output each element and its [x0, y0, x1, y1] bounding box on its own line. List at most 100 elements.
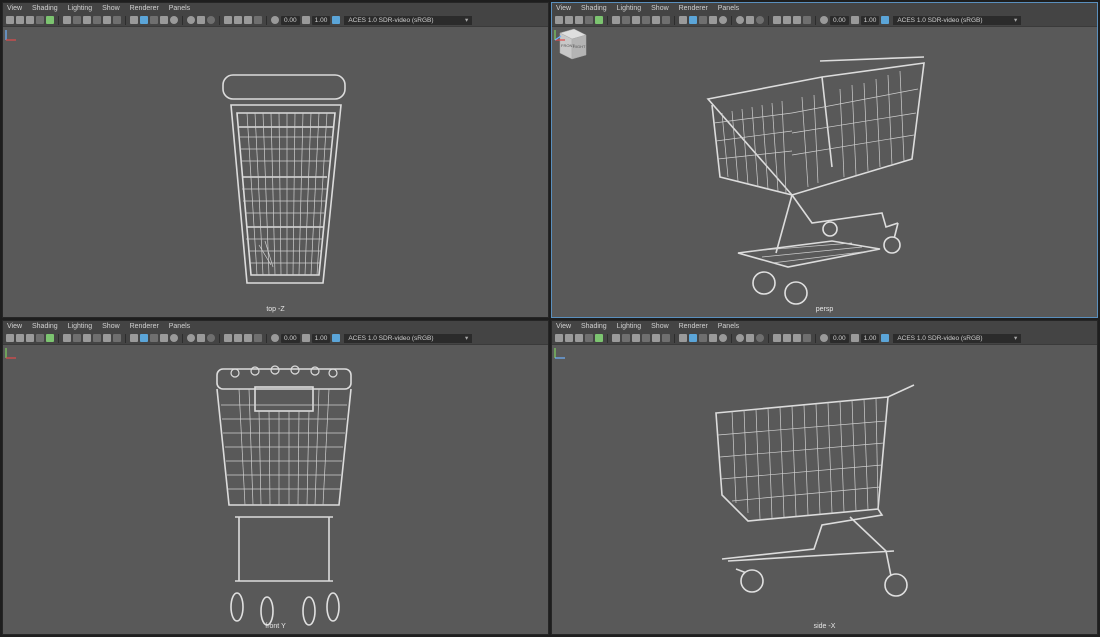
gamma-icon[interactable] [850, 16, 859, 24]
two-d-pan-icon[interactable] [595, 16, 603, 24]
image-plane-icon[interactable] [585, 16, 593, 24]
camera-icon[interactable] [6, 16, 14, 24]
viewport-top[interactable]: View Shading Lighting Show Renderer Pane… [2, 2, 549, 318]
viewport-side[interactable]: View Shading Lighting Show Renderer Pane… [551, 320, 1098, 635]
film-gate-icon[interactable] [73, 334, 81, 342]
xray-icon[interactable] [234, 16, 242, 24]
menu-view[interactable]: View [7, 323, 22, 330]
scene-view[interactable]: top -Z [3, 27, 548, 317]
shadows-icon[interactable] [719, 16, 727, 24]
film-gate-icon[interactable] [73, 16, 81, 24]
anti-alias-icon[interactable] [207, 334, 215, 342]
menu-renderer[interactable]: Renderer [679, 323, 708, 330]
image-plane-icon[interactable] [585, 334, 593, 342]
menu-panels[interactable]: Panels [718, 5, 739, 12]
lights-icon[interactable] [160, 334, 168, 342]
exposure-field[interactable]: 0.00 [281, 333, 300, 343]
menu-renderer[interactable]: Renderer [130, 323, 159, 330]
menu-shading[interactable]: Shading [581, 5, 607, 12]
lights-icon[interactable] [160, 16, 168, 24]
gate-mask-icon[interactable] [642, 334, 650, 342]
menu-lighting[interactable]: Lighting [68, 323, 93, 330]
wireframe-icon[interactable] [130, 334, 138, 342]
exposure-icon[interactable] [271, 16, 279, 24]
xray-joints-icon[interactable] [793, 334, 801, 342]
scene-view[interactable]: front Y [3, 345, 548, 634]
resolution-gate-icon[interactable] [83, 16, 91, 24]
backface-culling-icon[interactable] [254, 334, 262, 342]
gamma-field[interactable]: 1.00 [860, 15, 880, 25]
backface-culling-icon[interactable] [254, 16, 262, 24]
textured-icon[interactable] [150, 334, 158, 342]
two-d-pan-icon[interactable] [46, 334, 54, 342]
menu-lighting[interactable]: Lighting [617, 5, 642, 12]
xray-joints-icon[interactable] [244, 334, 252, 342]
textured-icon[interactable] [699, 16, 707, 24]
isolate-icon[interactable] [773, 334, 781, 342]
wireframe-icon[interactable] [130, 16, 138, 24]
menu-panels[interactable]: Panels [718, 323, 739, 330]
xray-joints-icon[interactable] [793, 16, 801, 24]
gate-mask-icon[interactable] [93, 334, 101, 342]
resolution-gate-icon[interactable] [632, 16, 640, 24]
xray-joints-icon[interactable] [244, 16, 252, 24]
color-space-dropdown[interactable]: ACES 1.0 SDR-video (sRGB) ▾ [893, 15, 1022, 25]
wireframe-icon[interactable] [679, 334, 687, 342]
gamma-field[interactable]: 1.00 [860, 333, 880, 343]
menu-renderer[interactable]: Renderer [679, 5, 708, 12]
shadows-icon[interactable] [719, 334, 727, 342]
shaded-icon[interactable] [689, 334, 697, 342]
field-chart-icon[interactable] [652, 334, 660, 342]
safe-action-icon[interactable] [662, 16, 670, 24]
xray-icon[interactable] [783, 334, 791, 342]
textured-icon[interactable] [150, 16, 158, 24]
ambient-occlusion-icon[interactable] [187, 334, 195, 342]
menu-panels[interactable]: Panels [169, 5, 190, 12]
anti-alias-icon[interactable] [756, 16, 764, 24]
lights-icon[interactable] [709, 334, 717, 342]
motion-blur-icon[interactable] [197, 334, 205, 342]
safe-action-icon[interactable] [113, 16, 121, 24]
menu-shading[interactable]: Shading [32, 5, 58, 12]
exposure-field[interactable]: 0.00 [830, 333, 849, 343]
shaded-icon[interactable] [140, 16, 148, 24]
camera-attributes-icon[interactable] [16, 16, 24, 24]
exposure-icon[interactable] [820, 334, 828, 342]
image-plane-icon[interactable] [36, 16, 44, 24]
menu-lighting[interactable]: Lighting [68, 5, 93, 12]
exposure-icon[interactable] [820, 16, 828, 24]
film-gate-icon[interactable] [622, 334, 630, 342]
grid-icon[interactable] [63, 334, 71, 342]
gate-mask-icon[interactable] [93, 16, 101, 24]
isolate-icon[interactable] [224, 16, 232, 24]
bookmark-icon[interactable] [575, 334, 583, 342]
motion-blur-icon[interactable] [746, 16, 754, 24]
menu-shading[interactable]: Shading [581, 323, 607, 330]
exposure-field[interactable]: 0.00 [281, 15, 300, 25]
grid-icon[interactable] [63, 16, 71, 24]
field-chart-icon[interactable] [103, 16, 111, 24]
color-space-dropdown[interactable]: ACES 1.0 SDR-video (sRGB) ▾ [893, 333, 1022, 343]
bookmark-icon[interactable] [26, 16, 34, 24]
gamma-icon[interactable] [301, 334, 310, 342]
color-space-dropdown[interactable]: ACES 1.0 SDR-video (sRGB) ▾ [344, 15, 473, 25]
backface-culling-icon[interactable] [803, 16, 811, 24]
gate-mask-icon[interactable] [642, 16, 650, 24]
scene-view[interactable]: side -X [552, 345, 1097, 634]
gamma-field[interactable]: 1.00 [311, 15, 331, 25]
isolate-icon[interactable] [773, 16, 781, 24]
ambient-occlusion-icon[interactable] [187, 16, 195, 24]
menu-renderer[interactable]: Renderer [130, 5, 159, 12]
camera-attributes-icon[interactable] [565, 334, 573, 342]
shaded-icon[interactable] [689, 16, 697, 24]
bookmark-icon[interactable] [575, 16, 583, 24]
image-plane-icon[interactable] [36, 334, 44, 342]
camera-icon[interactable] [555, 16, 563, 24]
camera-attributes-icon[interactable] [565, 16, 573, 24]
menu-show[interactable]: Show [102, 323, 120, 330]
color-management-icon[interactable] [332, 16, 341, 24]
two-d-pan-icon[interactable] [46, 16, 54, 24]
textured-icon[interactable] [699, 334, 707, 342]
xray-icon[interactable] [783, 16, 791, 24]
field-chart-icon[interactable] [103, 334, 111, 342]
